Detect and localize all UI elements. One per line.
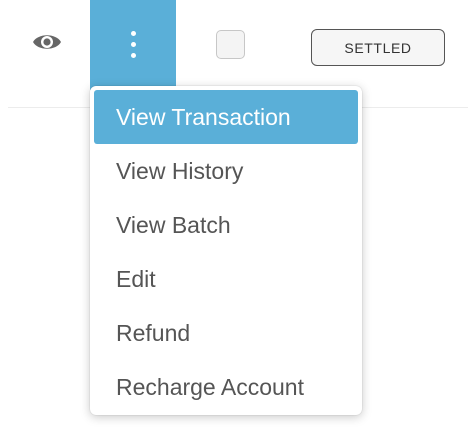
eye-icon — [32, 32, 62, 57]
transaction-row: SETTLED View Transaction View History Vi… — [0, 0, 468, 430]
menu-item-view-history[interactable]: View History — [94, 144, 358, 198]
row-actions-button[interactable] — [90, 0, 176, 90]
vertical-dots-icon — [130, 30, 136, 58]
row-select-checkbox[interactable] — [216, 30, 245, 59]
row-actions-menu: View Transaction View History View Batch… — [90, 86, 362, 415]
view-button[interactable] — [27, 26, 67, 62]
menu-item-view-transaction[interactable]: View Transaction — [94, 90, 358, 144]
menu-item-view-batch[interactable]: View Batch — [94, 198, 358, 252]
menu-item-refund[interactable]: Refund — [94, 306, 358, 360]
menu-item-recharge-account[interactable]: Recharge Account — [94, 360, 358, 414]
status-badge: SETTLED — [311, 29, 445, 66]
menu-item-edit[interactable]: Edit — [94, 252, 358, 306]
